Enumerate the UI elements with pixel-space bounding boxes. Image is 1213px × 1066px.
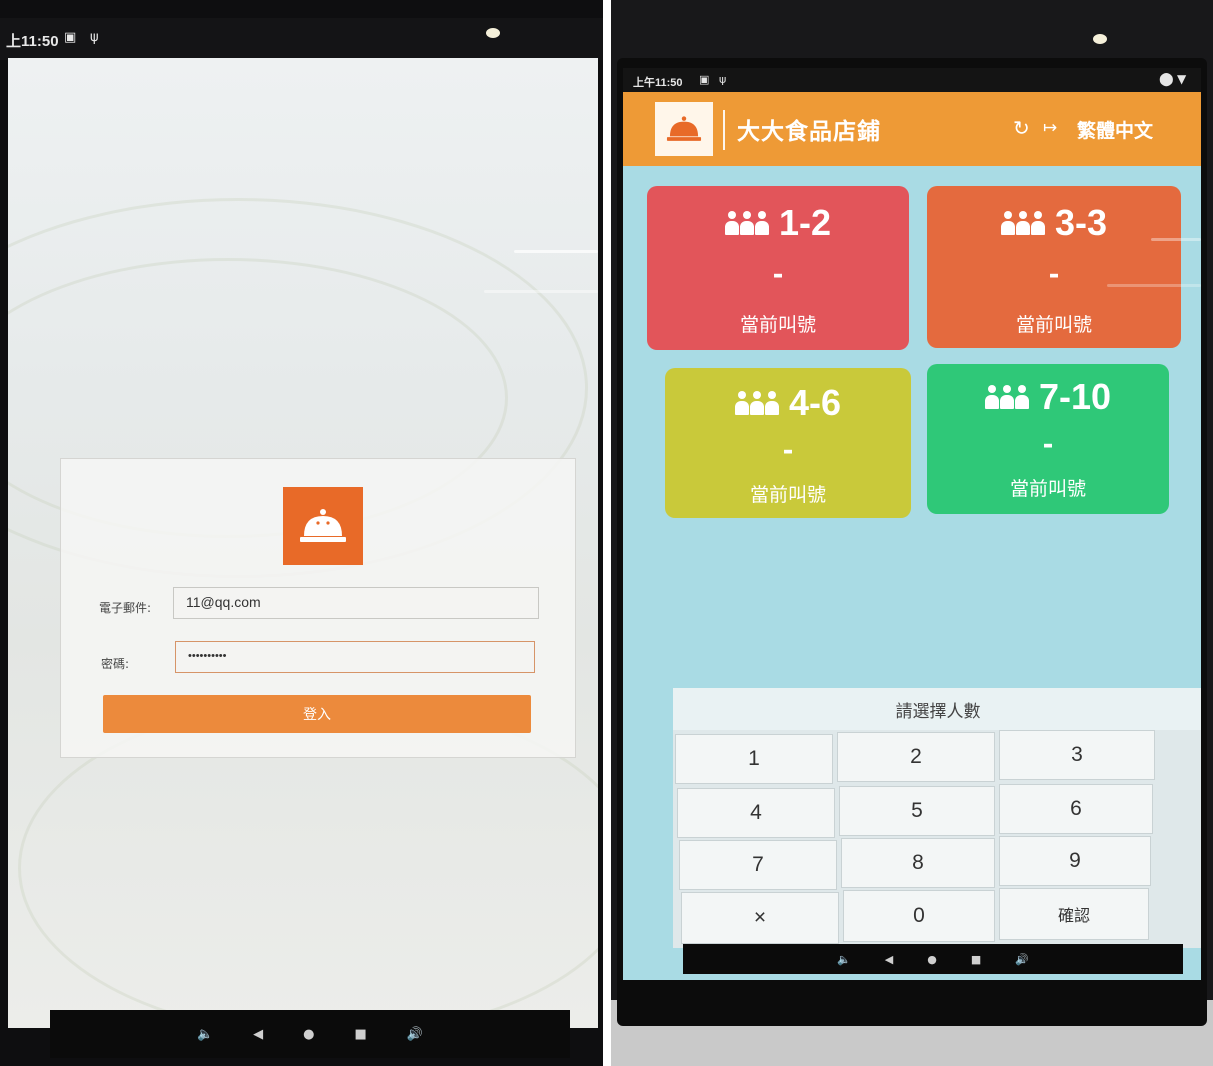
current-call-label: 當前叫號 (1015, 314, 1092, 336)
app-header: 大大食品店鋪 ↻ ↦ 繁體中文 (623, 92, 1201, 166)
recents-icon[interactable]: ■ (355, 1027, 367, 1042)
recents-icon[interactable]: ■ (971, 953, 981, 966)
confirm-key[interactable]: 確認 (999, 888, 1149, 940)
queue-tile-7-10[interactable]: 7-10 - 當前叫號 (927, 364, 1169, 514)
group-icon (984, 385, 1029, 409)
login-screen: 電子郵件: 11@qq.com 密碼: •••••••••• 登入 (8, 58, 598, 1028)
camera-dot (486, 28, 500, 38)
key-6[interactable]: 6 (999, 784, 1153, 834)
queue-screen: 上午11:50 ▣ ψ ⬤ ▼ 大大食品店鋪 ↻ ↦ 繁體中文 1-2 - 當前… (623, 68, 1201, 980)
key-4[interactable]: 4 (677, 788, 835, 838)
header-separator (723, 110, 725, 150)
login-button[interactable]: 登入 (103, 695, 531, 733)
current-number: - (1042, 430, 1054, 460)
volume-up-icon[interactable]: 🔊 (407, 1027, 423, 1042)
logout-icon[interactable]: ↦ (1043, 118, 1057, 138)
language-selector[interactable]: 繁體中文 (1077, 116, 1153, 143)
status-bar: 上午11:50 ▣ ψ ⬤ ▼ (623, 68, 1201, 92)
key-3[interactable]: 3 (999, 730, 1155, 780)
volume-down-icon[interactable]: 🔈 (837, 953, 851, 966)
status-bar: 上11:50 ▣ ψ (0, 18, 603, 60)
store-logo (655, 102, 713, 156)
party-size-range: 1-2 (778, 202, 832, 243)
key-2[interactable]: 2 (837, 732, 995, 782)
notification-icon: ▣ (64, 30, 77, 45)
left-device-photo: 上11:50 ▣ ψ 電子郵件: 11@qq.com 密碼: ••••••••• (0, 0, 603, 1066)
service-bell-icon (300, 509, 346, 542)
service-bell-logo (283, 487, 363, 565)
current-call-label: 當前叫號 (749, 484, 826, 506)
email-field[interactable]: 11@qq.com (173, 587, 539, 619)
current-call-label: 當前叫號 (1009, 478, 1086, 500)
back-icon[interactable]: ◀ (253, 1027, 263, 1042)
right-device-photo: 上午11:50 ▣ ψ ⬤ ▼ 大大食品店鋪 ↻ ↦ 繁體中文 1-2 - 當前… (611, 0, 1213, 1066)
email-label: 電子郵件: (99, 601, 152, 615)
navigation-bar: 🔈 ◀ ● ■ 🔊 (50, 1010, 570, 1058)
queue-tile-3-3[interactable]: 3-3 - 當前叫號 (927, 186, 1181, 348)
key-8[interactable]: 8 (841, 838, 995, 888)
password-label: 密碼: (101, 657, 130, 671)
key-7[interactable]: 7 (679, 840, 837, 890)
group-icon (734, 391, 779, 415)
refresh-icon[interactable]: ↻ (1013, 116, 1030, 140)
volume-down-icon[interactable]: 🔈 (197, 1027, 213, 1042)
service-bell-icon (666, 116, 702, 141)
party-size-prompt: 請選擇人數 (673, 688, 1201, 730)
current-number: - (782, 436, 794, 466)
navigation-bar: 🔈 ◀ ● ■ 🔊 (683, 944, 1183, 974)
queue-tile-1-2[interactable]: 1-2 - 當前叫號 (647, 186, 909, 350)
current-call-label: 當前叫號 (739, 314, 816, 336)
back-icon[interactable]: ◀ (885, 953, 893, 966)
key-1[interactable]: 1 (675, 734, 833, 784)
group-icon (1000, 211, 1045, 235)
usb-icon: ψ (719, 73, 727, 86)
party-size-range: 7-10 (1038, 376, 1112, 417)
group-icon (724, 211, 769, 235)
status-time: 上11:50 (6, 33, 59, 50)
wifi-icon: ▼ (1177, 72, 1187, 86)
camera-dot (1093, 34, 1107, 44)
key-0[interactable]: 0 (843, 890, 995, 942)
store-name: 大大食品店鋪 (737, 119, 881, 145)
key-9[interactable]: 9 (999, 836, 1151, 886)
login-form: 電子郵件: 11@qq.com 密碼: •••••••••• 登入 (60, 458, 576, 758)
usb-icon: ψ (90, 30, 99, 45)
party-size-range: 3-3 (1054, 202, 1108, 243)
photo-divider (603, 0, 611, 1066)
party-size-keypad: 1 2 3 4 5 6 7 8 9 × 0 確認 (673, 730, 1201, 948)
home-icon[interactable]: ● (927, 953, 937, 966)
current-number: - (772, 260, 784, 290)
password-field[interactable]: •••••••••• (175, 641, 535, 673)
battery-icon: ⬤ (1159, 72, 1174, 87)
key-5[interactable]: 5 (839, 786, 995, 836)
home-icon[interactable]: ● (303, 1027, 314, 1042)
queue-tile-4-6[interactable]: 4-6 - 當前叫號 (665, 368, 911, 518)
party-size-range: 4-6 (788, 382, 842, 423)
volume-up-icon[interactable]: 🔊 (1015, 953, 1029, 966)
clear-key[interactable]: × (681, 892, 839, 944)
notification-icon: ▣ (699, 73, 710, 86)
status-time: 上午11:50 (633, 77, 683, 89)
